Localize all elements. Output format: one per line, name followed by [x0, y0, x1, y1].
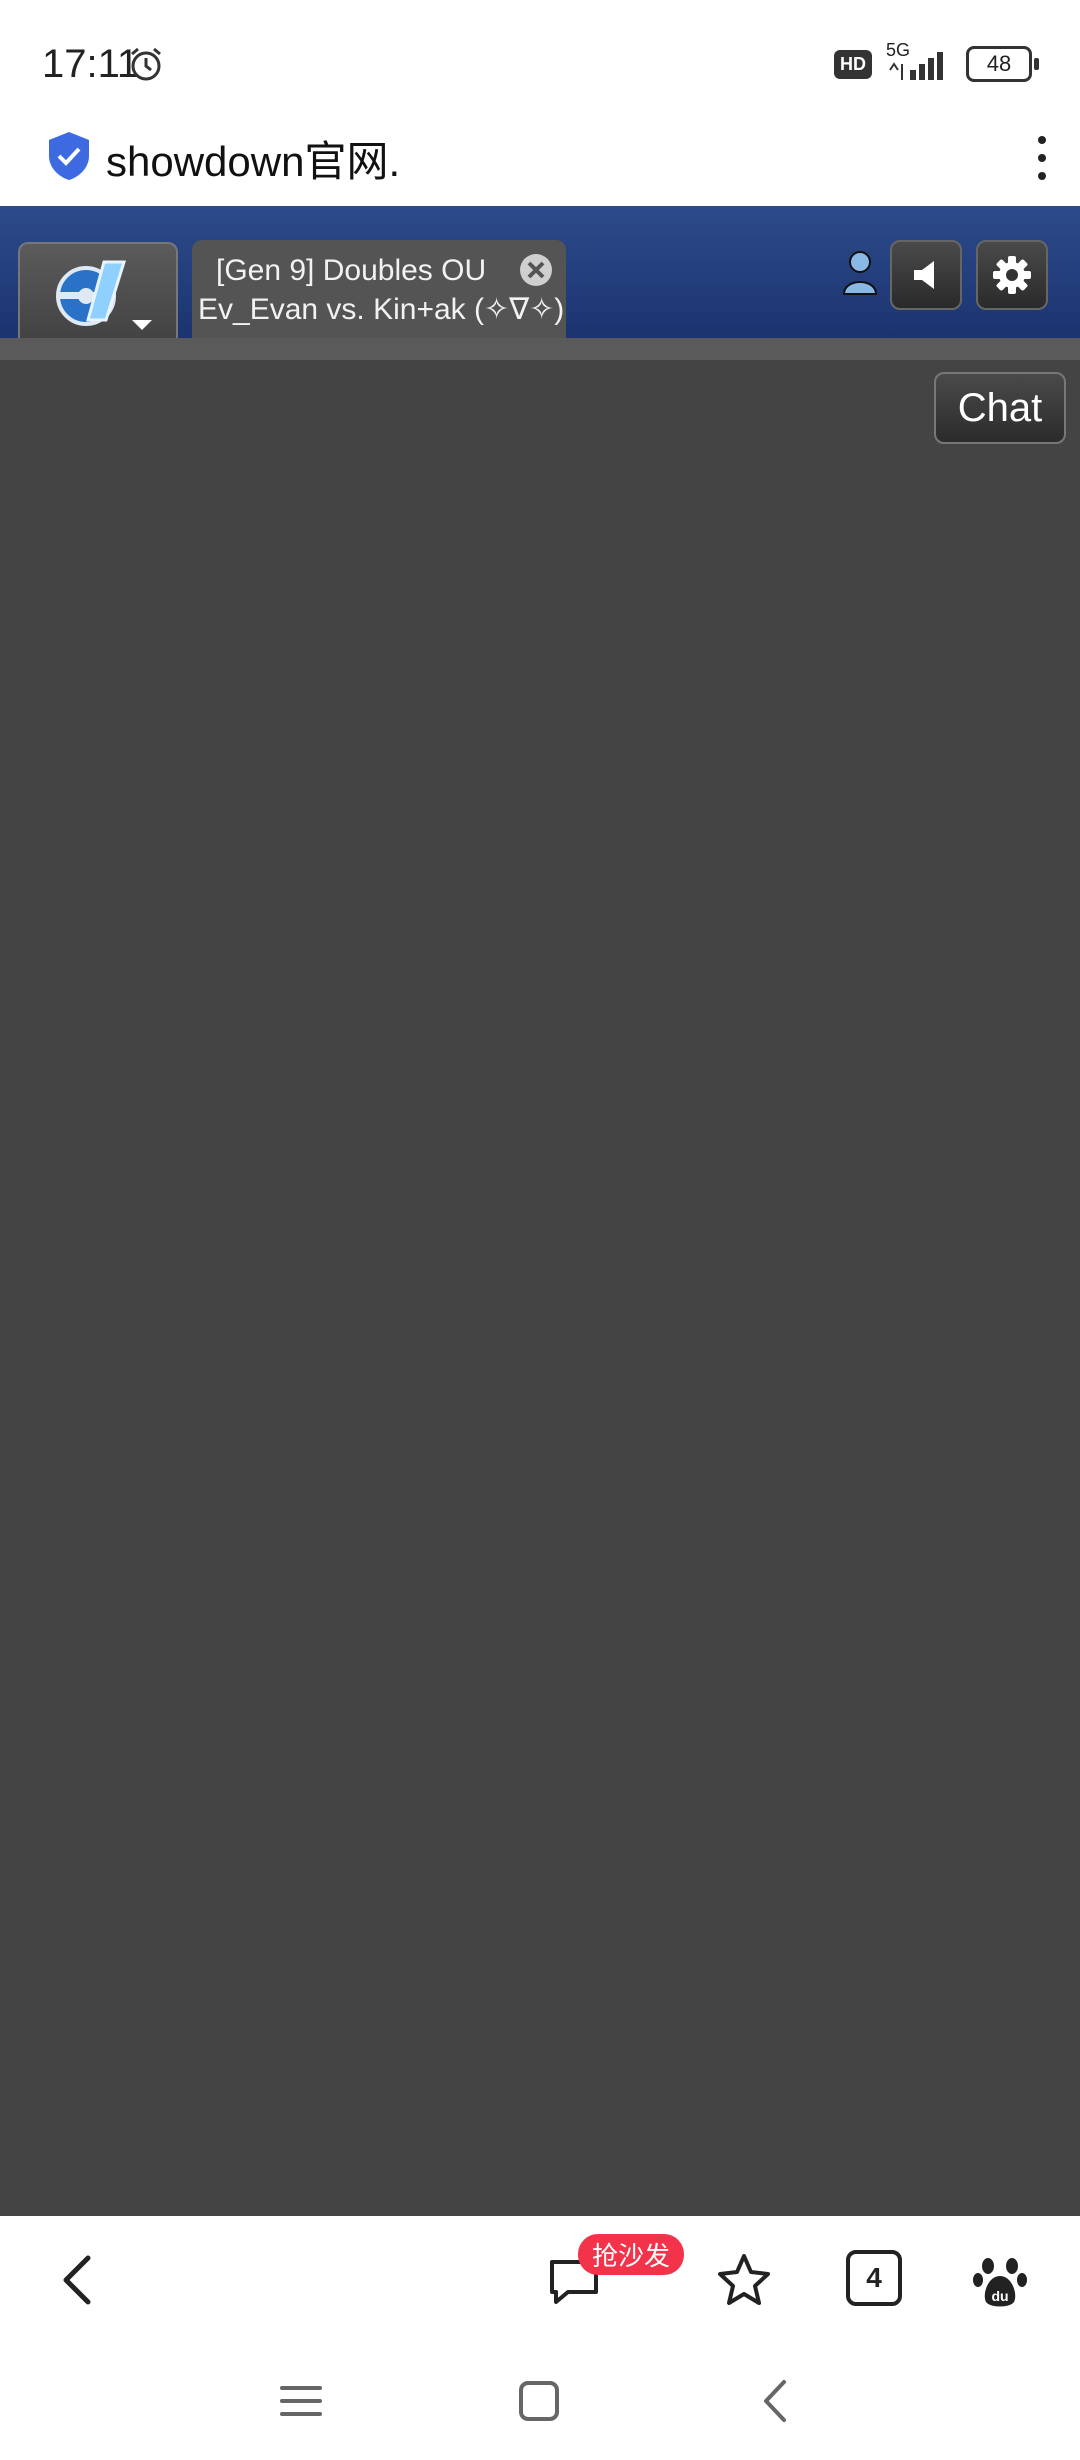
- showdown-header: [Gen 9] Doubles OU Ev_Evan vs. Kin+ak (✧…: [0, 206, 1080, 342]
- more-menu-icon[interactable]: [1022, 128, 1062, 188]
- home-tab[interactable]: [18, 242, 178, 342]
- back-icon[interactable]: [50, 2250, 110, 2310]
- status-bar: 17:11 HD 5G 48: [0, 0, 1080, 110]
- showdown-logo-icon: [56, 260, 152, 330]
- svg-text:du: du: [991, 2288, 1008, 2304]
- volume-icon: [914, 261, 934, 289]
- alarm-icon: [131, 47, 161, 81]
- gear-icon: [993, 256, 1031, 294]
- status-icons: HD 5G 48: [834, 40, 1039, 84]
- system-nav-bar: [0, 2336, 1080, 2460]
- clock: 17:11: [42, 42, 140, 86]
- comment-badge: 抢沙发: [578, 2234, 685, 2275]
- menu-icon[interactable]: [276, 2376, 326, 2426]
- battle-area: [0, 360, 1080, 2216]
- battle-tab[interactable]: [Gen 9] Doubles OU Ev_Evan vs. Kin+ak (✧…: [192, 240, 566, 340]
- url-text[interactable]: showdown官网.: [106, 128, 400, 189]
- system-back-icon[interactable]: [752, 2376, 802, 2426]
- battle-format: [Gen 9] Doubles OU: [216, 254, 487, 287]
- close-icon[interactable]: [518, 252, 554, 288]
- star-icon[interactable]: [714, 2250, 774, 2310]
- user-icon[interactable]: [842, 250, 878, 296]
- home-icon[interactable]: [514, 2376, 564, 2426]
- hd-badge: HD: [834, 49, 872, 79]
- address-bar[interactable]: showdown官网.: [0, 110, 1080, 206]
- tabs-button[interactable]: 4: [846, 2250, 902, 2306]
- header-divider: [0, 338, 1080, 360]
- shield-check-icon: [49, 132, 89, 180]
- chat-button[interactable]: Chat: [934, 372, 1066, 444]
- options-button[interactable]: [976, 240, 1048, 310]
- battle-players: Ev_Evan vs. Kin+ak (✧∇✧): [198, 293, 565, 326]
- signal-icon: 5G: [886, 40, 952, 82]
- browser-bottom-bar: 抢沙发 4 du: [0, 2216, 1080, 2336]
- baidu-paw-icon[interactable]: du: [970, 2250, 1030, 2310]
- sound-button[interactable]: [890, 240, 962, 310]
- battery-icon: 48: [966, 46, 1039, 82]
